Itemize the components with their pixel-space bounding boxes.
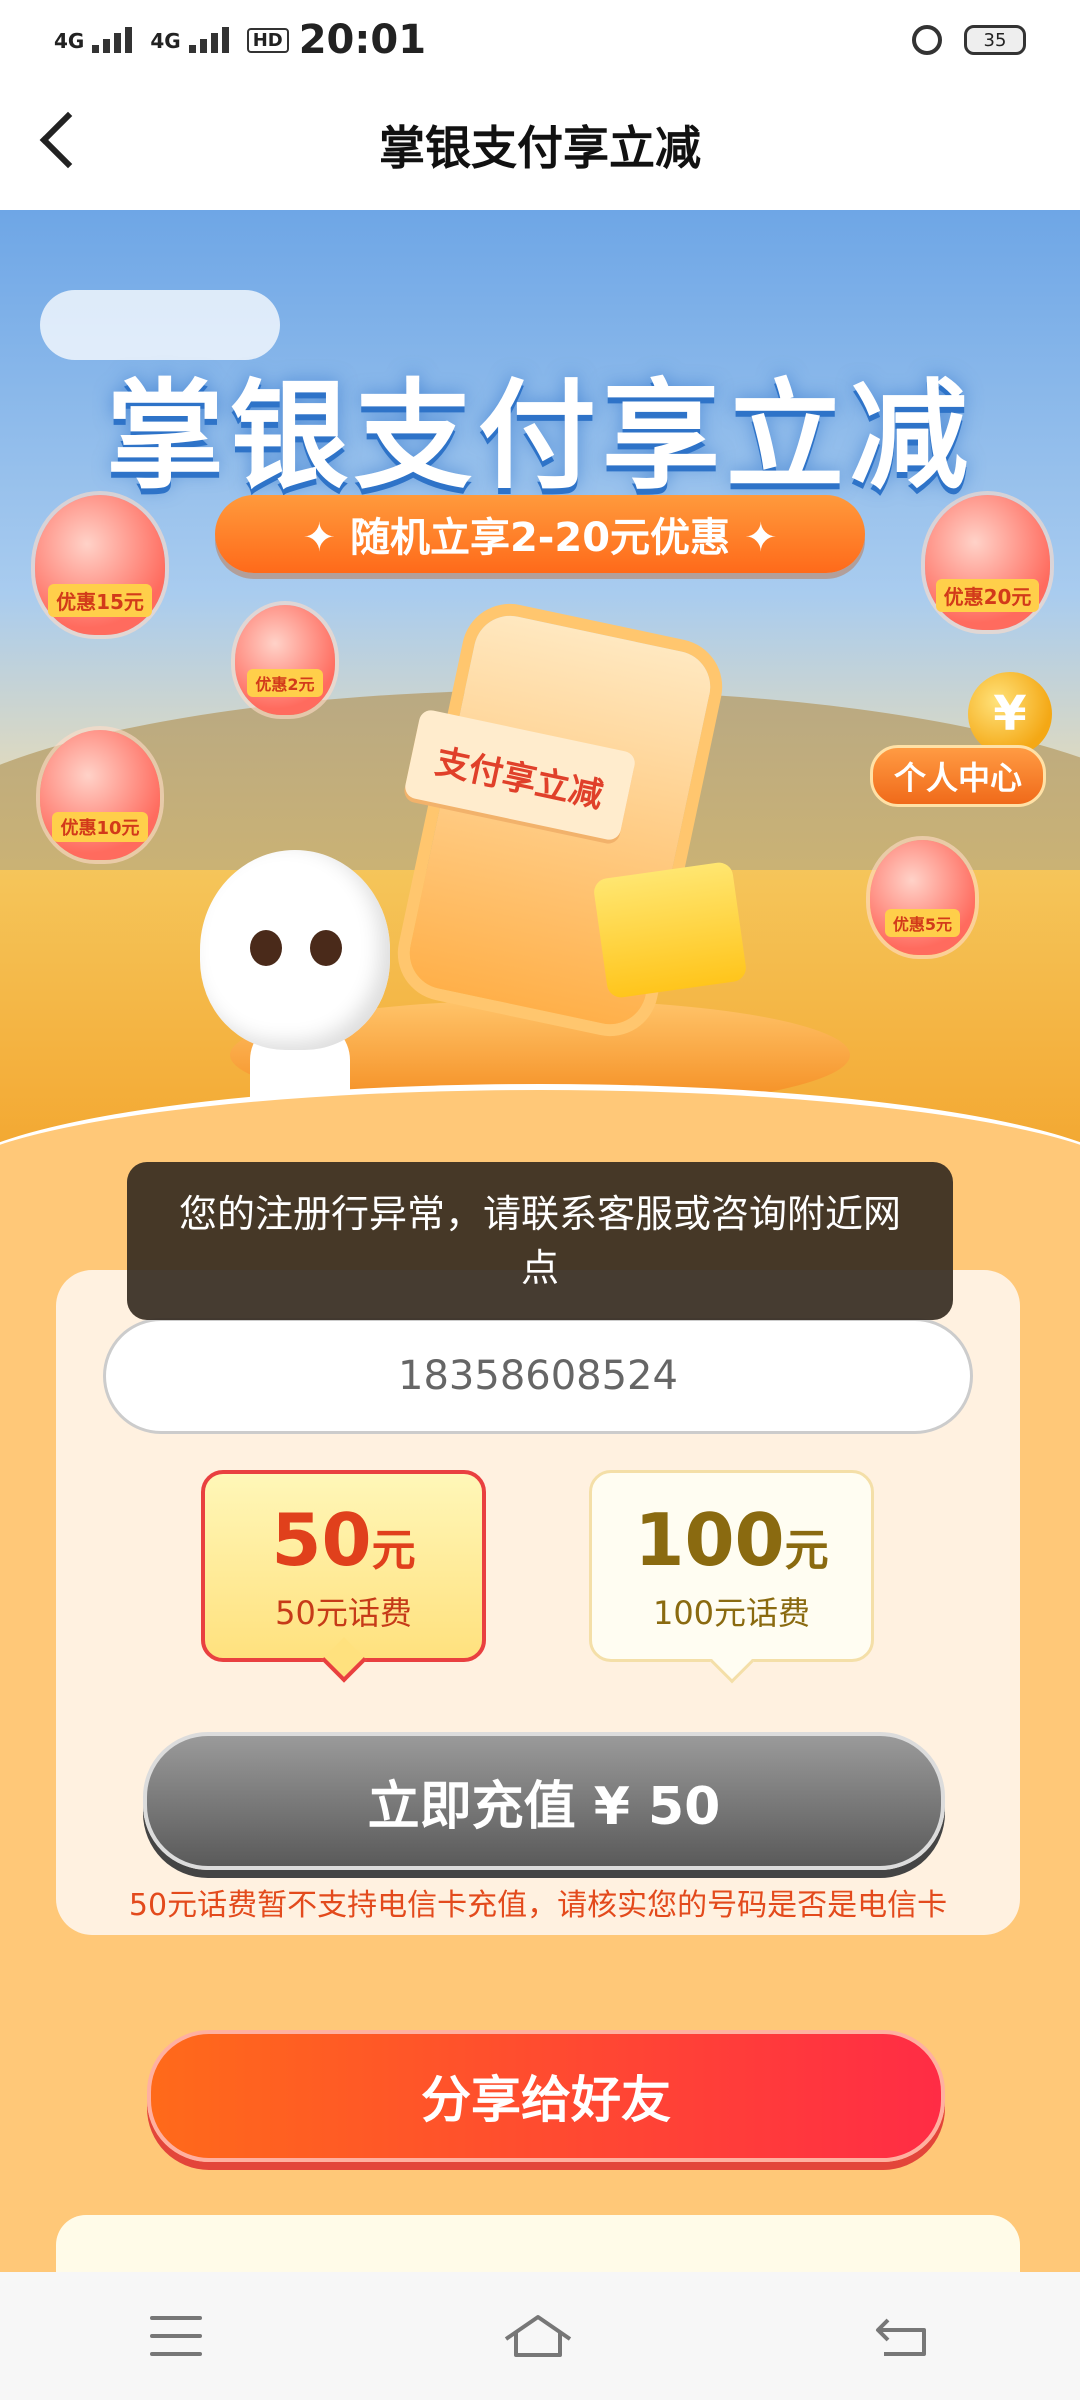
option-50-yuan[interactable]: 50元 50元话费 xyxy=(201,1470,486,1683)
error-toast: 您的注册行异常，请联系客服或咨询附近网点 xyxy=(127,1162,953,1320)
option-amount: 100元 xyxy=(634,1498,829,1582)
balloon-label: 优惠2元 xyxy=(247,669,323,697)
personal-center-button[interactable]: 个人中心 xyxy=(870,745,1046,807)
nav-bar: 掌银支付享立减 xyxy=(0,80,1080,210)
signal-label-1: 4G xyxy=(54,29,85,53)
recharge-button[interactable]: 立即充值 ¥ 50 xyxy=(143,1732,945,1870)
option-100-yuan[interactable]: 100元 100元话费 xyxy=(589,1470,874,1684)
balloon-coupon-20: 优惠20元 xyxy=(925,495,1050,630)
balloon-coupon-15: 优惠15元 xyxy=(35,495,165,635)
hero-title: 掌银支付享立减 xyxy=(105,367,974,505)
system-nav-bar xyxy=(0,2272,1080,2400)
status-bar: 4G 4G HD 20:01 35 xyxy=(0,0,1080,80)
signal-label-2: 4G xyxy=(150,29,181,53)
home-icon[interactable] xyxy=(502,2313,574,2359)
option-description: 100元话费 xyxy=(652,1594,811,1632)
coin-icon: ¥ xyxy=(968,672,1052,756)
balloon-label: 优惠5元 xyxy=(884,909,961,937)
battery-level: 35 xyxy=(983,29,1007,51)
balloon-label: 优惠20元 xyxy=(935,579,1040,612)
alarm-icon xyxy=(912,25,942,55)
hd-badge: HD xyxy=(246,27,289,53)
system-back-icon[interactable] xyxy=(874,2314,930,2358)
balloon-label: 优惠10元 xyxy=(52,812,148,842)
status-right: 35 xyxy=(912,25,1026,55)
balloon-coupon-2: 优惠2元 xyxy=(235,605,335,715)
option-amount: 50元 xyxy=(271,1498,416,1582)
hero-subtitle: ✦ 随机立享2-20元优惠 ✦ xyxy=(215,495,865,573)
balloon-coupon-5: 优惠5元 xyxy=(870,840,975,955)
balloon-coupon-10: 优惠10元 xyxy=(40,730,160,860)
menu-icon[interactable] xyxy=(150,2316,202,2356)
hero-banner: 掌银支付享立减 ✦ 随机立享2-20元优惠 ✦ 优惠15元 优惠2元 优惠10元… xyxy=(0,210,1080,1170)
page-title: 掌银支付享立减 xyxy=(379,121,701,175)
gift-box-icon xyxy=(592,860,748,1000)
signal-icon-2: 4G xyxy=(150,27,229,53)
status-time: 20:01 xyxy=(298,17,427,63)
signal-icon-1: 4G xyxy=(54,27,133,53)
back-arrow-icon[interactable] xyxy=(39,111,97,169)
phone-number-input[interactable] xyxy=(103,1318,973,1434)
warning-text: 50元话费暂不支持电信卡充值，请核实您的号码是否是电信卡 xyxy=(128,1888,948,1923)
share-button[interactable]: 分享给好友 xyxy=(147,2030,945,2162)
balloon-label: 优惠15元 xyxy=(48,584,152,617)
battery-icon: 35 xyxy=(964,25,1026,55)
option-description: 50元话费 xyxy=(275,1594,412,1632)
